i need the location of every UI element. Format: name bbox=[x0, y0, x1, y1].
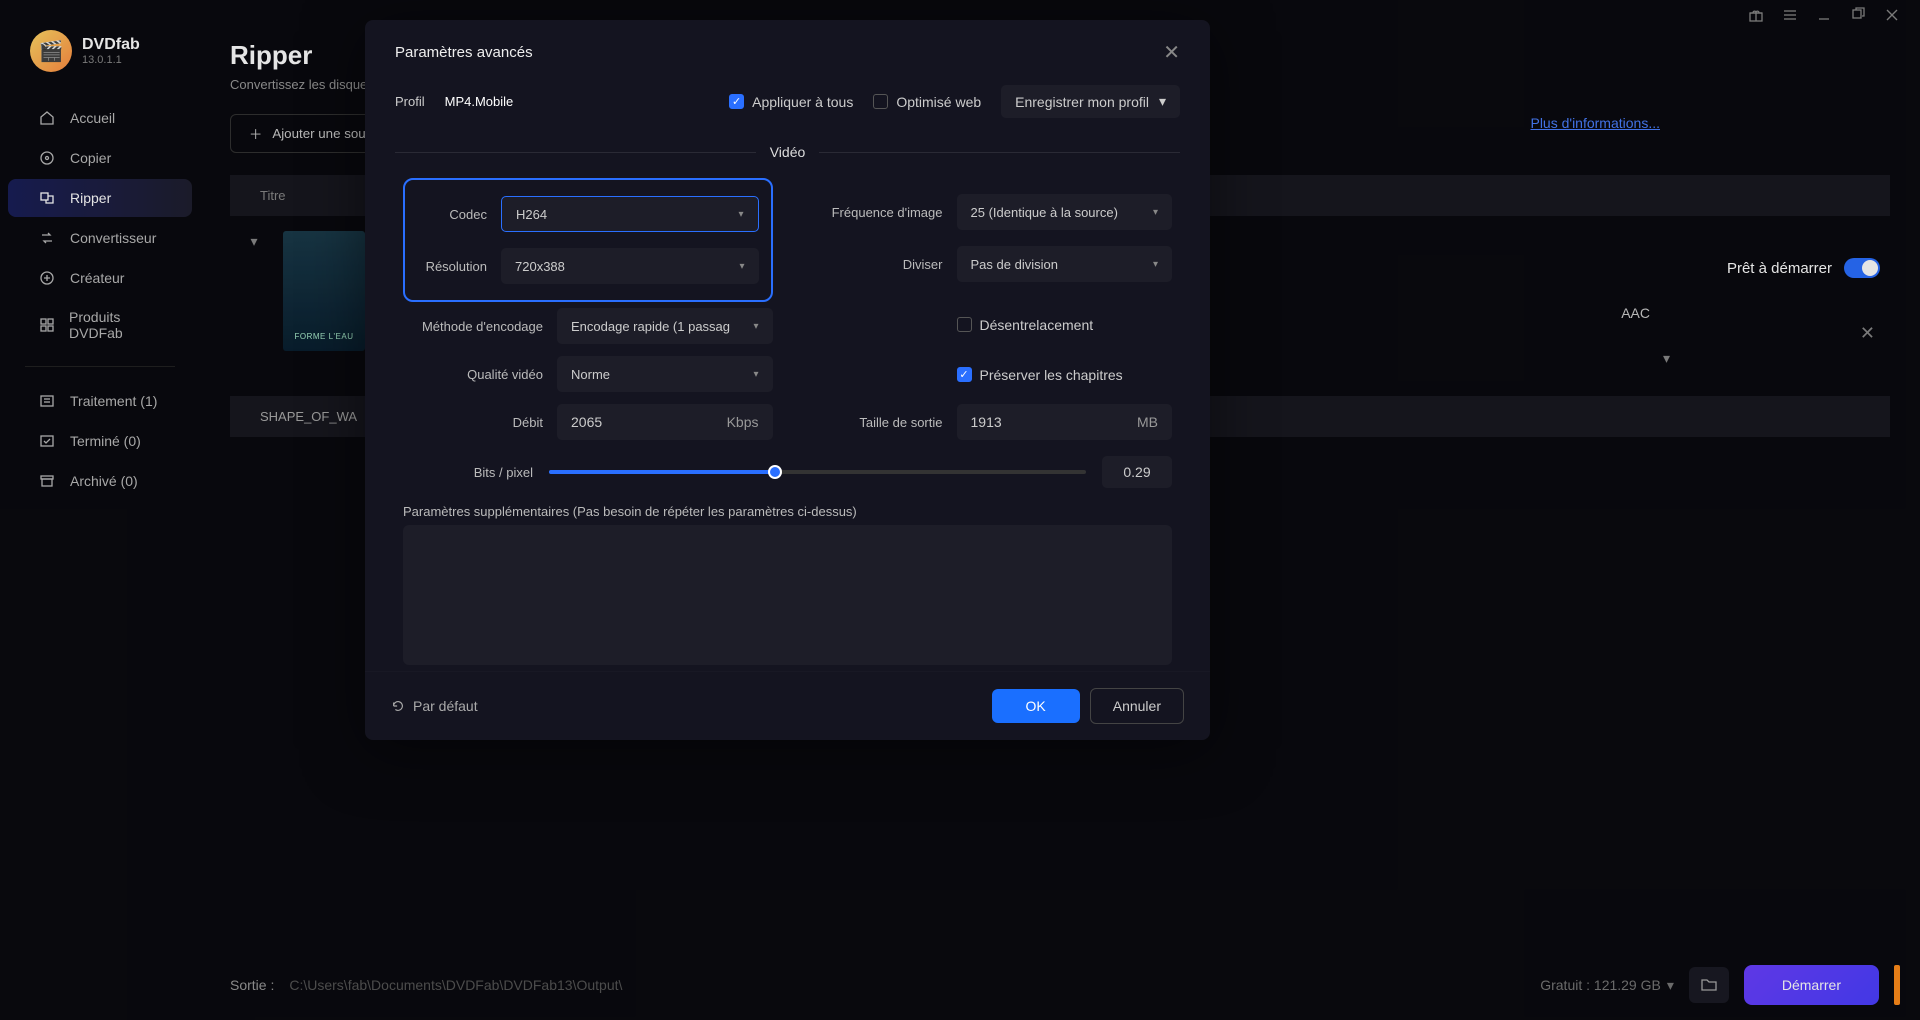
framerate-dropdown[interactable]: 25 (Identique à la source)▾ bbox=[957, 194, 1173, 230]
chevron-down-icon: ▾ bbox=[753, 321, 758, 332]
modal-title: Paramètres avancés bbox=[395, 44, 533, 61]
chevron-down-icon: ▾ bbox=[738, 209, 743, 220]
codec-dropdown[interactable]: H264▾ bbox=[501, 196, 759, 232]
web-optimized-checkbox[interactable]: Optimisé web bbox=[873, 94, 981, 110]
chevron-down-icon: ▾ bbox=[1153, 207, 1158, 218]
codec-label: Codec bbox=[417, 207, 487, 222]
profile-name: MP4.Mobile bbox=[445, 94, 514, 109]
ok-button[interactable]: OK bbox=[992, 689, 1080, 723]
framerate-label: Fréquence d'image bbox=[803, 205, 943, 220]
video-section-header: Vidéo bbox=[383, 136, 1192, 168]
apply-all-checkbox[interactable]: ✓Appliquer à tous bbox=[729, 94, 853, 110]
quality-dropdown[interactable]: Norme▾ bbox=[557, 356, 773, 392]
cancel-button[interactable]: Annuler bbox=[1090, 688, 1184, 724]
split-label: Diviser bbox=[803, 257, 943, 272]
profile-label: Profil bbox=[395, 94, 425, 109]
resolution-label: Résolution bbox=[417, 259, 487, 274]
bpp-value: 0.29 bbox=[1102, 456, 1172, 488]
preserve-chapters-checkbox[interactable]: ✓Préserver les chapitres bbox=[957, 367, 1123, 383]
save-profile-button[interactable]: Enregistrer mon profil▾ bbox=[1001, 85, 1180, 118]
resolution-dropdown[interactable]: 720x388▾ bbox=[501, 248, 759, 284]
chevron-down-icon: ▾ bbox=[1153, 259, 1158, 270]
bpp-slider[interactable] bbox=[549, 470, 1086, 474]
extra-params-label: Paramètres supplémentaires (Pas besoin d… bbox=[403, 498, 1172, 525]
reset-button[interactable]: Par défaut bbox=[391, 698, 478, 714]
reset-icon bbox=[391, 699, 405, 713]
extra-params-input[interactable] bbox=[403, 525, 1172, 665]
modal-close-icon[interactable]: ✕ bbox=[1163, 40, 1180, 65]
bitrate-input[interactable]: 2065Kbps bbox=[557, 404, 773, 440]
chevron-down-icon: ▾ bbox=[1159, 93, 1166, 110]
encoding-label: Méthode d'encodage bbox=[403, 319, 543, 334]
encoding-dropdown[interactable]: Encodage rapide (1 passag▾ bbox=[557, 308, 773, 344]
chevron-down-icon: ▾ bbox=[739, 261, 744, 272]
quality-label: Qualité vidéo bbox=[403, 367, 543, 382]
extra-note: *Il vaut mieux ne pas personnaliser les … bbox=[403, 665, 1172, 671]
chevron-down-icon: ▾ bbox=[753, 369, 758, 380]
outsize-label: Taille de sortie bbox=[803, 415, 943, 430]
bitrate-label: Débit bbox=[403, 415, 543, 430]
split-dropdown[interactable]: Pas de division▾ bbox=[957, 246, 1173, 282]
bpp-label: Bits / pixel bbox=[403, 465, 533, 480]
codec-resolution-group: Codec H264▾ Résolution 720x388▾ bbox=[403, 178, 773, 302]
deinterlace-checkbox[interactable]: Désentrelacement bbox=[957, 317, 1094, 333]
outsize-input[interactable]: 1913MB bbox=[957, 404, 1173, 440]
advanced-settings-modal: Paramètres avancés ✕ Profil MP4.Mobile ✓… bbox=[365, 20, 1210, 740]
